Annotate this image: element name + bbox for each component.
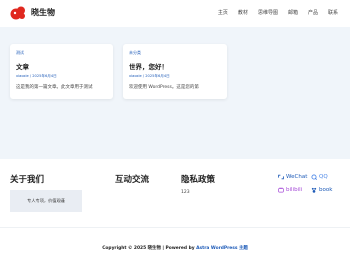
bilibili-label: bilibili xyxy=(286,187,303,193)
post-list: 测试 文章 xiaoxie / 2025年6月4日 这是我的第一篇文章。此文章用… xyxy=(0,27,350,159)
privacy-title: 隐私政策 xyxy=(181,175,216,185)
qq-label: QQ xyxy=(319,174,328,180)
post-title[interactable]: 世界，您好！ xyxy=(129,61,221,71)
copyright-text: Copyright © 2025 晓生物 | Powered by xyxy=(102,246,197,251)
book-label: book xyxy=(319,187,333,193)
post-category[interactable]: 测试 xyxy=(16,50,107,56)
post-excerpt: 这是我的第一篇文章。此文章用于测试 xyxy=(16,85,93,90)
bilibili-icon xyxy=(278,187,284,193)
copyright: Copyright © 2025 晓生物 | Powered by Astra … xyxy=(0,245,350,251)
about-text-box: 专人专项，价值观谨 xyxy=(10,190,82,212)
book-link[interactable]: book xyxy=(311,187,332,193)
post-card: 测试 文章 xiaoxie / 2025年6月4日 这是我的第一篇文章。此文章用… xyxy=(10,44,113,99)
interact-title: 互动交流 xyxy=(115,175,150,185)
qq-link[interactable]: QQ xyxy=(311,174,328,180)
theme-link[interactable]: Astra WordPress 主题 xyxy=(196,246,248,251)
post-card: 未分类 世界，您好！ xiaoxie / 2025年6月4日 欢迎使用 Word… xyxy=(123,44,227,99)
wechat-link[interactable]: WeChat xyxy=(278,174,307,180)
nav-item-home[interactable]: 主页 xyxy=(218,9,228,16)
bilibili-link[interactable]: bilibili xyxy=(278,187,302,193)
nav-item-textbook[interactable]: 教材 xyxy=(238,9,248,16)
nav-item-mail[interactable]: 邮箱 xyxy=(288,9,298,16)
footer-widgets: 关于我们 专人专项，价值观谨 互动交流 隐私政策 123 WeChat QQ b… xyxy=(0,159,350,227)
qq-icon xyxy=(311,174,317,180)
privacy-value: 123 xyxy=(181,190,190,195)
post-category[interactable]: 未分类 xyxy=(129,50,221,56)
post-meta[interactable]: xiaoxie / 2025年6月4日 xyxy=(129,74,221,79)
site-title[interactable]: 晓生物 xyxy=(31,7,55,18)
site-footer: Copyright © 2025 晓生物 | Powered by Astra … xyxy=(0,227,350,263)
post-excerpt: 欢迎使用 WordPress。这是您的第 xyxy=(129,85,199,90)
about-title: 关于我们 xyxy=(10,175,45,185)
nav-item-mindmap[interactable]: 思维导图 xyxy=(258,9,278,16)
wechat-label: WeChat xyxy=(286,174,308,180)
nav-item-contact[interactable]: 联系 xyxy=(328,9,338,16)
post-meta[interactable]: xiaoxie / 2025年6月4日 xyxy=(16,74,107,79)
post-title[interactable]: 文章 xyxy=(16,61,107,71)
about-text: 专人专项，价值观谨 xyxy=(27,198,65,203)
nav-item-products[interactable]: 产品 xyxy=(308,9,318,16)
book-icon xyxy=(311,187,317,193)
main-nav: 主页 教材 思维导图 邮箱 产品 联系 xyxy=(218,9,338,16)
wechat-icon xyxy=(278,174,284,180)
logo-icon[interactable] xyxy=(10,5,26,21)
site-header: 晓生物 主页 教材 思维导图 邮箱 产品 联系 xyxy=(0,0,350,27)
